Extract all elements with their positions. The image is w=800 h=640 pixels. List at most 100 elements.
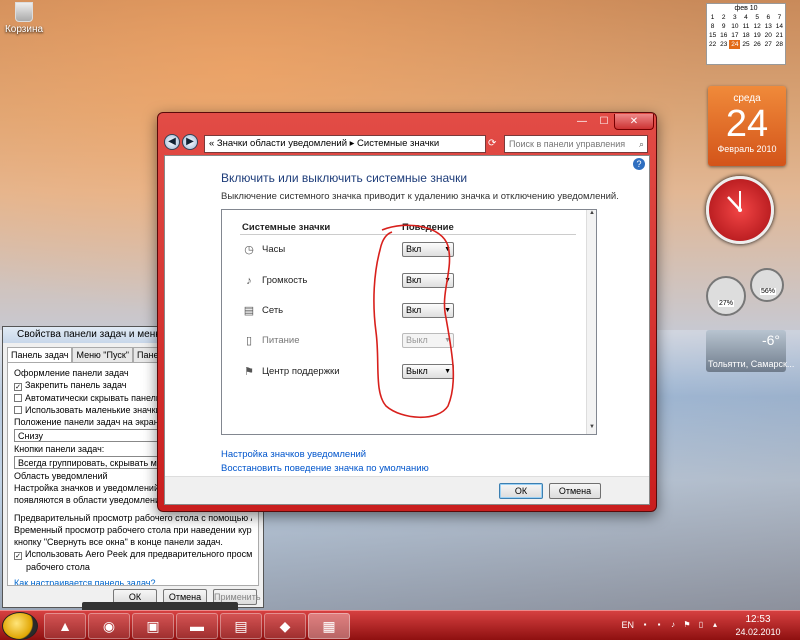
tray-power-icon[interactable]: ▯ (696, 620, 706, 630)
help-icon[interactable]: ? (633, 158, 645, 170)
taskbar-app-save[interactable]: ▣ (132, 613, 174, 639)
behavior-select-volume[interactable]: Вкл ▼ (402, 273, 454, 288)
tools-icon: ◆ (279, 618, 291, 634)
calendar-day-cell[interactable]: 8 (707, 22, 718, 31)
calendar-day-cell[interactable]: 27 (763, 40, 774, 49)
calendar-day-cell[interactable]: 3 (729, 13, 740, 22)
tray-app-icon[interactable]: ▪ (640, 620, 650, 630)
calendar-day-cell[interactable]: 22 (707, 40, 718, 49)
cpu-meter-gadget[interactable]: 27% 56% (706, 268, 786, 320)
behavior-select-action-center[interactable]: Выкл ▼ (402, 364, 454, 379)
search-icon: ⌕ (638, 139, 644, 149)
forward-button[interactable]: ▶ (182, 134, 198, 150)
clock-gadget[interactable] (706, 176, 774, 244)
check-aero-peek[interactable]: ✓ Использовать Aero Peek для предваритель… (14, 549, 252, 560)
help-link[interactable]: Как настраивается панель задач? (14, 578, 252, 585)
search-input[interactable]: Поиск в панели управления ⌕ (504, 135, 648, 153)
recycle-bin-desktop-icon[interactable]: Корзина (4, 2, 44, 35)
calendar-day-cell[interactable]: 18 (740, 31, 751, 40)
calendar-day-cell[interactable]: 19 (752, 31, 763, 40)
calendar-day-cell[interactable]: 12 (752, 22, 763, 31)
row-label: Громкость (262, 275, 308, 286)
tray-network-icon[interactable]: ▪ (654, 620, 664, 630)
tray-volume-icon[interactable]: ♪ (668, 620, 678, 630)
calendar-day-cell[interactable]: 25 (740, 40, 751, 49)
aero-check-2: рабочего стола (26, 562, 90, 572)
back-button[interactable]: ◀ (164, 134, 180, 150)
chevron-down-icon: ▼ (444, 337, 451, 344)
list-row-action-center: ⚑ Центр поддержки Выкл ▼ (242, 364, 462, 381)
language-indicator[interactable]: EN (621, 620, 634, 630)
behavior-select-network[interactable]: Вкл ▼ (402, 303, 454, 318)
row-label: Сеть (262, 305, 284, 316)
calendar-day-cell[interactable]: 28 (774, 40, 785, 49)
speaker-icon: ♪ (246, 275, 252, 287)
calendar-day-cell[interactable]: 26 (752, 40, 763, 49)
calendar-week-row: 1234567 (707, 13, 785, 22)
maximize-button[interactable]: ☐ (592, 114, 616, 130)
address-bar[interactable]: « Значки области уведомлений ▸ Системные… (204, 135, 486, 153)
tray-date[interactable]: 24.02.2010 (728, 627, 788, 637)
list-row-volume: ♪ Громкость Вкл ▼ (242, 273, 462, 290)
calendar-mini-gadget[interactable]: фев 10 1 2 3 4 5 6 7 8 9 10 11 12 13 14 15 16 17 18 19 20 21… (706, 3, 786, 65)
calendar-day-cell[interactable]: 7 (774, 13, 785, 22)
list-scrollbar[interactable]: ▲ ▼ (586, 210, 596, 434)
weather-gadget[interactable]: -6° Тольятти, Самарск... (706, 330, 794, 372)
calendar-day-cell[interactable]: 17 (729, 31, 740, 40)
col-header-behavior: Поведение (402, 222, 454, 233)
calendar-day-cell[interactable]: 23 (718, 40, 729, 49)
taskbar-app-chrome[interactable]: ◉ (88, 613, 130, 639)
calendar-day-cell[interactable]: 16 (718, 31, 729, 40)
restore-defaults-link[interactable]: Восстановить поведение значка по умолчан… (221, 463, 429, 474)
list-row-power: ▯ Питание Выкл ▼ (242, 333, 462, 350)
close-button[interactable]: ✕ (614, 114, 654, 130)
calendar-day-cell[interactable]: 24 (729, 40, 741, 49)
tray-flag-icon[interactable]: ⚑ (682, 620, 692, 630)
calendar-day-cell[interactable]: 2 (718, 13, 729, 22)
network-icon: ▤ (243, 305, 255, 317)
refresh-icon[interactable]: ⟳ (488, 135, 502, 153)
cpu-value: 27% (718, 300, 735, 307)
behavior-select-clock[interactable]: Вкл ▼ (402, 242, 454, 257)
calendar-day-cell[interactable]: 1 (707, 13, 718, 22)
ok-button[interactable]: ОК (499, 483, 543, 499)
minimize-button[interactable]: — (570, 114, 594, 130)
taskbar-app-clipboard[interactable]: ▤ (220, 613, 262, 639)
flag-icon: ⚑ (244, 366, 254, 378)
calendar-day-cell[interactable]: 10 (729, 22, 740, 31)
calendar-day-cell[interactable]: 11 (740, 22, 751, 31)
calendar-day-cell[interactable]: 4 (740, 13, 751, 22)
cancel-button[interactable]: Отмена (549, 483, 601, 499)
list-row-clock: ◷ Часы Вкл ▼ (242, 242, 462, 259)
customize-icons-link[interactable]: Настройка значков уведомлений (221, 449, 366, 460)
taskbar-app-explorer[interactable]: ▬ (176, 613, 218, 639)
tray-show-hidden-icon[interactable]: ▴ (710, 620, 720, 630)
tab-start-menu[interactable]: Меню "Пуск" (72, 347, 134, 362)
start-button[interactable] (2, 612, 38, 640)
calendar-day-cell[interactable]: 21 (774, 31, 785, 40)
tab-taskbar[interactable]: Панель задач (7, 347, 73, 362)
system-tray: EN ▪ ▪ ♪ ⚑ ▯ ▴ 12:53 24.02.2010 (610, 611, 800, 640)
calendar-day-cell[interactable]: 14 (774, 22, 785, 31)
chevron-down-icon: ▼ (444, 277, 451, 284)
calendar-gadget[interactable]: среда 24 Февраль 2010 (708, 86, 786, 166)
calendar-day-cell[interactable]: 6 (763, 13, 774, 22)
calendar-day-cell[interactable]: 9 (718, 22, 729, 31)
chevron-down-icon: ▼ (444, 368, 451, 375)
calendar-day-cell[interactable]: 5 (752, 13, 763, 22)
calendar-week-row: 8 9 10 11 12 13 14 (707, 22, 785, 31)
taskbar-app-control-panel[interactable]: ▦ (308, 613, 350, 639)
tray-time[interactable]: 12:53 (728, 614, 788, 625)
taskbar: ▲ ◉ ▣ ▬ ▤ ◆ ▦ EN ▪ ▪ ♪ ⚑ ▯ ▴ 12:53 24.02… (0, 610, 800, 640)
taskbar-app-aimp[interactable]: ▲ (44, 613, 86, 639)
calendar-day-cell[interactable]: 15 (707, 31, 718, 40)
calendar-day-cell[interactable]: 20 (763, 31, 774, 40)
calendar-day-cell[interactable]: 13 (763, 22, 774, 31)
window-titlebar: — ☐ ✕ ◀ ▶ « Значки области уведомлений ▸… (158, 113, 656, 153)
header-divider (240, 234, 576, 235)
scroll-down-icon[interactable]: ▼ (587, 424, 597, 434)
calendar-week-row: 15 16 17 18 19 20 21 (707, 31, 785, 40)
taskbar-app-tools[interactable]: ◆ (264, 613, 306, 639)
breadcrumb: « Значки области уведомлений ▸ Системные… (209, 138, 440, 149)
scroll-up-icon[interactable]: ▲ (587, 210, 597, 220)
